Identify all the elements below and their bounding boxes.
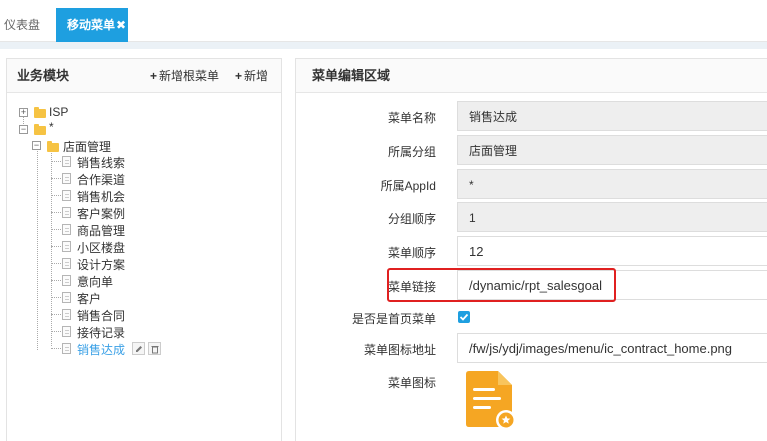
contract-home-icon xyxy=(466,371,516,430)
add-menu-label: 新增 xyxy=(244,69,269,83)
tree-line xyxy=(51,195,61,196)
folder-icon xyxy=(34,107,46,118)
tree-line xyxy=(51,280,61,281)
contract-icon[interactable] xyxy=(462,370,522,432)
plus-icon: + xyxy=(235,69,243,83)
document-icon xyxy=(62,343,71,354)
menu-name-label: 菜单名称 xyxy=(387,111,436,125)
module-tree-panel: 业务模块 + 新增根菜单 + 新增 + ISP − * − 店面管理 销售线索 合作… xyxy=(6,58,282,441)
group-field[interactable]: 店面管理 xyxy=(457,135,767,165)
icon-url-label: 菜单图标地址 xyxy=(363,343,436,357)
tree-node-leaf[interactable]: 小区楼盘 xyxy=(77,239,125,256)
document-icon xyxy=(62,173,71,184)
menu-edit-panel: 菜单编辑区域 菜单名称 销售达成 所属分组 店面管理 所属AppId * 分组顺… xyxy=(295,58,767,441)
tree-line xyxy=(51,212,61,213)
document-icon xyxy=(62,326,71,337)
document-icon xyxy=(62,292,71,303)
tree-node-store-management[interactable]: 店面管理 xyxy=(63,138,111,155)
tree-node-leaf[interactable]: 接待记录 xyxy=(77,324,125,341)
tab-strip xyxy=(0,42,767,49)
checkmark-icon xyxy=(459,313,469,321)
document-icon xyxy=(62,207,71,218)
edit-panel-header: 菜单编辑区域 xyxy=(296,59,767,93)
is-home-checkbox[interactable] xyxy=(458,311,470,323)
group-order-label: 分组顺序 xyxy=(387,212,436,226)
add-menu-button[interactable]: + 新增 xyxy=(235,59,268,93)
menu-order-label: 菜单顺序 xyxy=(387,246,436,260)
icon-label: 菜单图标 xyxy=(387,376,436,390)
group-label: 所属分组 xyxy=(387,145,436,159)
tree-node-leaf[interactable]: 商品管理 xyxy=(77,222,125,239)
highlight-annotation xyxy=(387,268,616,302)
app-id-label: 所属AppId xyxy=(380,179,436,193)
document-icon xyxy=(62,309,71,320)
tree-node-leaf[interactable]: 设计方案 xyxy=(77,256,125,273)
edit-panel-title: 菜单编辑区域 xyxy=(312,68,391,83)
tree-node-leaf[interactable]: 合作渠道 xyxy=(77,171,125,188)
tree-collapse-toggle[interactable]: − xyxy=(19,125,28,134)
menu-order-field[interactable]: 12 xyxy=(457,236,767,266)
document-icon xyxy=(62,275,71,286)
document-icon xyxy=(62,258,71,269)
module-panel-header: 业务模块 + 新增根菜单 + 新增 xyxy=(7,59,281,93)
document-icon xyxy=(62,190,71,201)
add-root-menu-label: 新增根菜单 xyxy=(159,69,220,83)
tree-line xyxy=(51,178,61,179)
close-icon[interactable]: ✖ xyxy=(116,8,126,42)
tab-bar: 仪表盘 移动菜单 ✖ xyxy=(0,0,767,42)
tree-line xyxy=(51,161,61,162)
tree-node-selected[interactable]: 销售达成 xyxy=(77,341,125,358)
module-panel-title: 业务模块 xyxy=(17,68,70,83)
tree-node-leaf[interactable]: 客户 xyxy=(77,290,101,307)
tree-node-leaf[interactable]: 客户案例 xyxy=(77,205,125,222)
tree-node-leaf[interactable]: 销售线索 xyxy=(77,154,125,171)
tree-node-star[interactable]: * xyxy=(49,120,54,134)
tree-expand-toggle[interactable]: + xyxy=(19,108,28,117)
tab-dashboard[interactable]: 仪表盘 xyxy=(4,8,40,42)
icon-url-field[interactable]: /fw/js/ydj/images/menu/ic_contract_home.… xyxy=(457,333,767,363)
menu-name-field[interactable]: 销售达成 xyxy=(457,101,767,131)
plus-icon: + xyxy=(150,69,158,83)
tree-line xyxy=(51,314,61,315)
pencil-icon xyxy=(136,346,142,352)
tree-node-leaf[interactable]: 销售合同 xyxy=(77,307,125,324)
tree-line xyxy=(51,297,61,298)
tree-node-isp[interactable]: ISP xyxy=(49,105,68,119)
tab-mobile-menu-label: 移动菜单 xyxy=(67,18,116,32)
tree-node-leaf[interactable]: 销售机会 xyxy=(77,188,125,205)
trash-icon xyxy=(151,346,159,354)
tree-line xyxy=(51,151,52,346)
tab-mobile-menu[interactable]: 移动菜单 ✖ xyxy=(56,8,128,42)
tree-line xyxy=(51,348,61,349)
tree-line xyxy=(51,229,61,230)
tree-node-leaf[interactable]: 意向单 xyxy=(77,273,113,290)
delete-node-button[interactable] xyxy=(148,342,161,355)
tree-line xyxy=(51,246,61,247)
app-id-field[interactable]: * xyxy=(457,169,767,199)
document-icon xyxy=(62,241,71,252)
tree-line xyxy=(37,145,38,350)
tree-collapse-toggle[interactable]: − xyxy=(32,141,41,150)
folder-open-icon xyxy=(34,124,46,135)
tree-line xyxy=(51,331,61,332)
folder-open-icon xyxy=(47,141,59,152)
tree-line xyxy=(51,263,61,264)
is-home-label: 是否是首页菜单 xyxy=(351,312,436,326)
document-icon xyxy=(62,224,71,235)
document-icon xyxy=(62,156,71,167)
edit-node-button[interactable] xyxy=(132,342,145,355)
add-root-menu-button[interactable]: + 新增根菜单 xyxy=(150,59,219,93)
group-order-field[interactable]: 1 xyxy=(457,202,767,232)
